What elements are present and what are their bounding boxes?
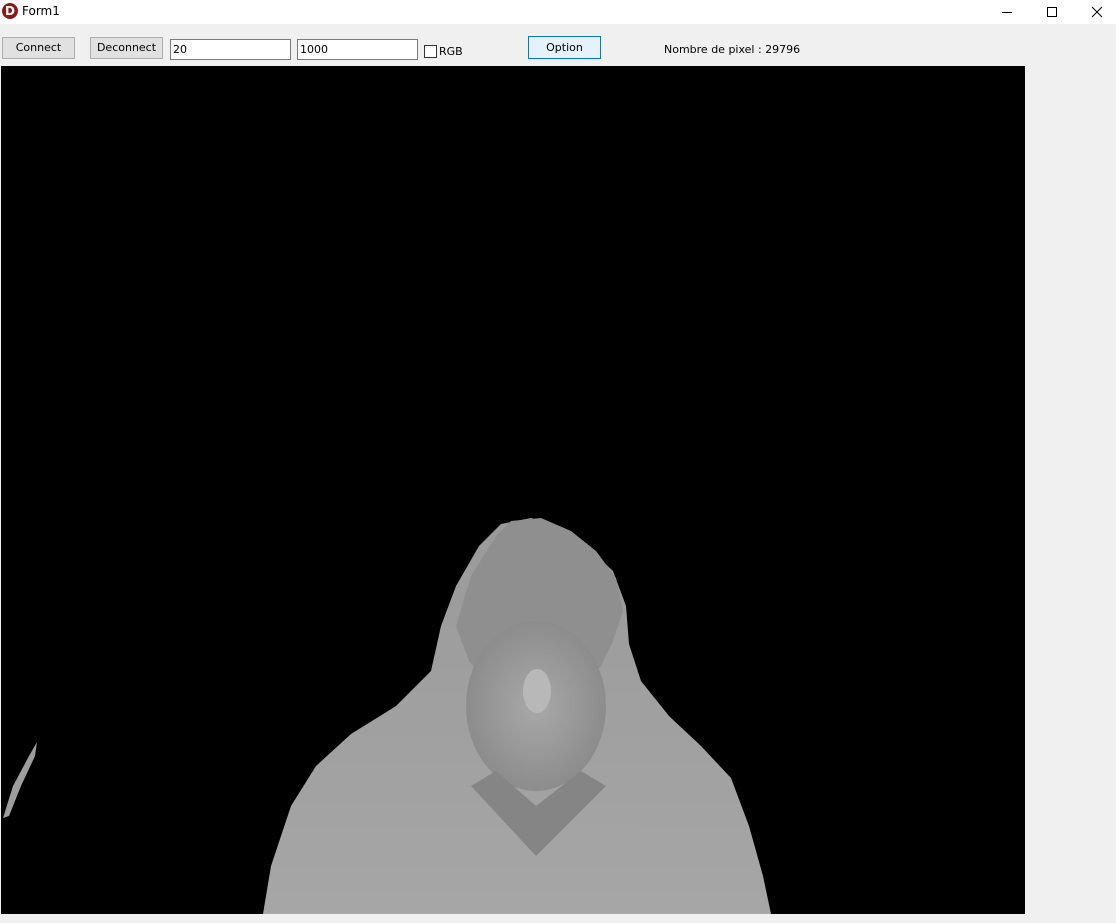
window-title: Form1 xyxy=(22,4,60,18)
close-button[interactable] xyxy=(1074,0,1116,24)
max-depth-input[interactable]: 1000 xyxy=(297,39,418,60)
rgb-checkbox[interactable] xyxy=(424,45,437,58)
depth-subject-nose xyxy=(523,669,551,713)
pixel-count-label: Nombre de pixel : 29796 xyxy=(664,43,801,56)
connect-button[interactable]: Connect xyxy=(2,37,75,59)
toolbar: Connect Deconnect 20 1000 RGB Option Nom… xyxy=(0,24,1116,66)
rgb-checkbox-label[interactable]: RGB xyxy=(439,45,463,58)
deconnect-button[interactable]: Deconnect xyxy=(90,37,163,59)
title-bar[interactable]: D Form1 xyxy=(0,0,1116,24)
depth-artifact-left xyxy=(3,742,37,818)
minimize-button[interactable] xyxy=(984,0,1030,24)
option-button[interactable]: Option xyxy=(528,36,601,59)
close-icon xyxy=(1091,6,1103,18)
depth-image xyxy=(3,518,771,914)
maximize-button[interactable] xyxy=(1029,0,1075,24)
minimize-icon xyxy=(1002,12,1012,13)
min-depth-input[interactable]: 20 xyxy=(170,39,291,60)
depth-image-view[interactable] xyxy=(1,66,1025,914)
maximize-icon xyxy=(1047,7,1057,17)
app-window: D Form1 Connect Deconnect 20 1000 RGB Op… xyxy=(0,0,1116,923)
app-icon: D xyxy=(2,3,18,19)
